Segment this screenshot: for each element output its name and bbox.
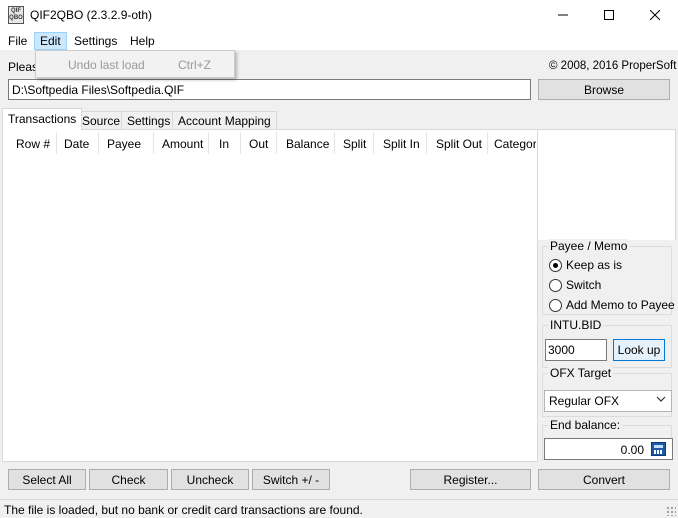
copyright-text: © 2008, 2016 ProperSoft bbox=[549, 60, 677, 72]
column-separator bbox=[208, 132, 209, 154]
radio-keep-as-is[interactable]: Keep as is bbox=[549, 257, 622, 273]
tab-account-mapping[interactable]: Account Mapping bbox=[172, 111, 277, 130]
column-header-row[interactable]: Row # bbox=[16, 137, 50, 151]
instruction-text: Pleas bbox=[8, 60, 39, 74]
calculator-icon[interactable] bbox=[651, 442, 666, 456]
payee-memo-title: Payee / Memo bbox=[548, 239, 630, 253]
menu-bar: File Edit Settings Help bbox=[0, 30, 678, 50]
column-header-in[interactable]: In bbox=[219, 137, 229, 151]
radio-label: Keep as is bbox=[566, 258, 623, 272]
column-header-amount[interactable]: Amount bbox=[162, 137, 203, 151]
resize-grip-icon[interactable] bbox=[666, 506, 676, 516]
column-header-balance[interactable]: Balance bbox=[286, 137, 329, 151]
column-header-out[interactable]: Out bbox=[249, 137, 268, 151]
radio-unchecked-icon bbox=[549, 298, 562, 312]
menu-help[interactable]: Help bbox=[125, 32, 160, 50]
column-separator bbox=[487, 132, 488, 154]
select-all-button[interactable]: Select All bbox=[8, 469, 86, 490]
close-button[interactable] bbox=[632, 0, 678, 30]
end-balance-input[interactable]: 0.00 bbox=[544, 438, 673, 460]
column-header-category[interactable]: Category bbox=[494, 137, 536, 151]
ofx-target-value: Regular OFX bbox=[549, 394, 620, 408]
payee-memo-group: Payee / Memo Keep as is Switch Add Memo … bbox=[542, 239, 675, 315]
transactions-grid[interactable]: Row # Date Payee Amount In Out Balance S… bbox=[2, 129, 538, 462]
grid-header: Row # Date Payee Amount In Out Balance S… bbox=[3, 130, 537, 158]
status-text: The file is loaded, but no bank or credi… bbox=[4, 503, 363, 517]
maximize-icon bbox=[604, 10, 614, 20]
radio-label: Add Memo to Payee bbox=[566, 298, 675, 312]
column-separator bbox=[56, 132, 57, 154]
tab-transactions[interactable]: Transactions bbox=[2, 108, 83, 130]
column-separator bbox=[98, 132, 99, 154]
tab-source[interactable]: Source bbox=[76, 111, 127, 130]
column-header-split[interactable]: Split bbox=[343, 137, 366, 151]
check-button[interactable]: Check bbox=[89, 469, 168, 490]
column-header-split-out[interactable]: Split Out bbox=[436, 137, 482, 151]
radio-label: Switch bbox=[566, 278, 602, 292]
column-separator bbox=[276, 132, 277, 154]
ofx-target-select[interactable]: Regular OFX bbox=[544, 390, 672, 412]
intu-bid-title: INTU.BID bbox=[548, 318, 604, 332]
minimize-button[interactable] bbox=[540, 0, 586, 30]
column-separator bbox=[153, 132, 154, 154]
options-panel: Payee / Memo Keep as is Switch Add Memo … bbox=[538, 129, 676, 463]
look-up-button[interactable]: Look up bbox=[613, 339, 665, 361]
status-bar: The file is loaded, but no bank or credi… bbox=[0, 499, 678, 518]
close-icon bbox=[650, 10, 660, 20]
window-title: QIF2QBO (2.3.2.9-oth) bbox=[30, 8, 153, 22]
title-bar: QIF QBO QIF2QBO (2.3.2.9-oth) bbox=[0, 0, 678, 30]
uncheck-button[interactable]: Uncheck bbox=[171, 469, 249, 490]
switch-button[interactable]: Switch +/ - bbox=[252, 469, 330, 490]
column-separator bbox=[334, 132, 335, 154]
radio-add-memo-to-payee[interactable]: Add Memo to Payee bbox=[549, 297, 675, 313]
menu-file[interactable]: File bbox=[3, 32, 32, 50]
ofx-target-group: OFX Target Regular OFX bbox=[542, 366, 672, 417]
column-separator bbox=[373, 132, 374, 154]
maximize-button[interactable] bbox=[586, 0, 632, 30]
register-button[interactable]: Register... bbox=[410, 469, 531, 490]
column-separator bbox=[240, 132, 241, 154]
app-icon: QIF QBO bbox=[8, 6, 24, 24]
column-header-date[interactable]: Date bbox=[64, 137, 89, 151]
menu-edit[interactable]: Edit bbox=[34, 32, 67, 50]
file-path-input[interactable]: D:\Softpedia Files\Softpedia.QIF bbox=[8, 79, 531, 100]
menu-item-undo-last-load[interactable]: Undo last load bbox=[68, 58, 145, 72]
end-balance-value: 0.00 bbox=[620, 443, 644, 457]
radio-checked-icon bbox=[549, 258, 562, 272]
intu-bid-input[interactable]: 3000 bbox=[545, 339, 607, 361]
column-separator bbox=[426, 132, 427, 154]
edit-menu-dropdown: Undo last load Ctrl+Z bbox=[35, 50, 235, 78]
column-header-payee[interactable]: Payee bbox=[107, 137, 141, 151]
convert-button[interactable]: Convert bbox=[538, 469, 670, 490]
intu-bid-group: INTU.BID 3000 Look up bbox=[542, 318, 672, 368]
browse-button[interactable]: Browse bbox=[538, 79, 670, 100]
end-balance-group: End balance: 0.00 bbox=[542, 418, 673, 460]
end-balance-title: End balance: bbox=[548, 418, 623, 432]
menu-settings[interactable]: Settings bbox=[69, 32, 122, 50]
tab-settings[interactable]: Settings bbox=[121, 111, 177, 130]
ofx-target-title: OFX Target bbox=[548, 366, 614, 380]
radio-unchecked-icon bbox=[549, 278, 562, 292]
undo-shortcut: Ctrl+Z bbox=[178, 58, 211, 72]
chevron-down-icon bbox=[656, 394, 666, 407]
column-header-split-in[interactable]: Split In bbox=[383, 137, 420, 151]
radio-switch[interactable]: Switch bbox=[549, 277, 601, 293]
minimize-icon bbox=[558, 14, 568, 16]
